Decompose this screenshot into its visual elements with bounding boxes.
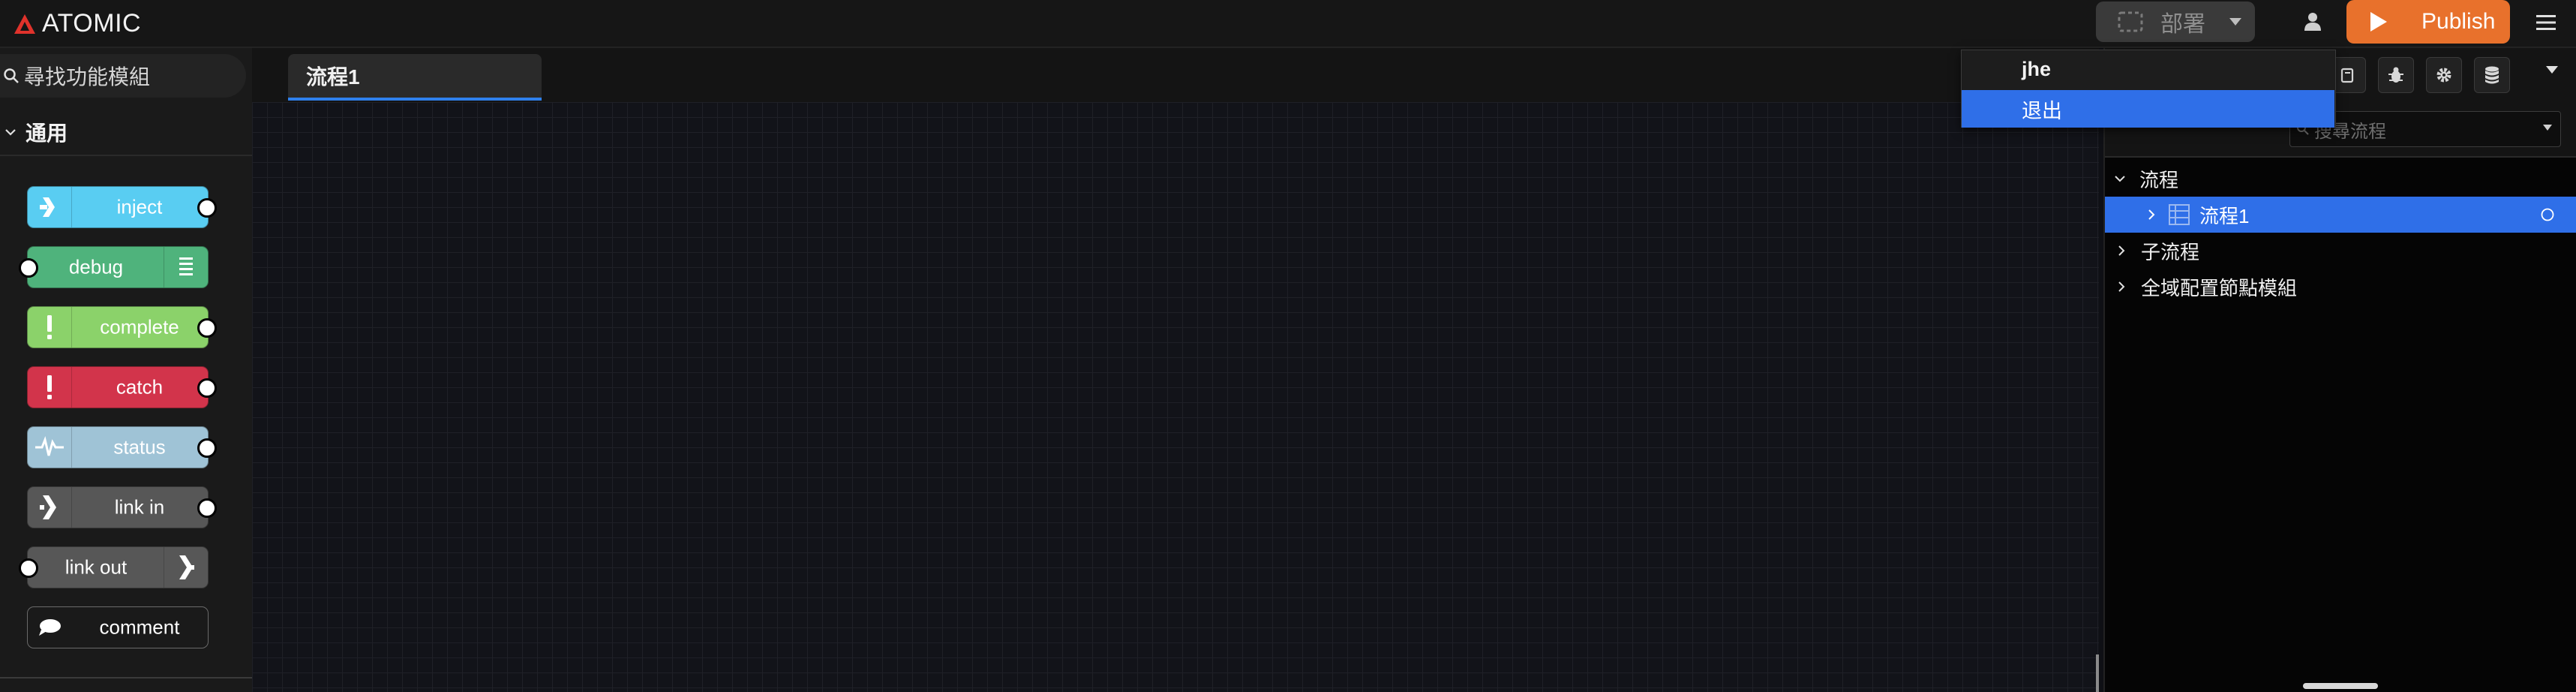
palette-node-link-out[interactable]: link out: [19, 546, 209, 588]
tab-flow-1[interactable]: 流程1: [288, 54, 542, 101]
node-label: debug: [68, 255, 124, 278]
user-account-button[interactable]: [2297, 6, 2328, 38]
node-label: link out: [65, 555, 128, 579]
link-arrow-icon: [164, 547, 208, 588]
debug-list-icon: [164, 247, 208, 287]
gear-icon: [2436, 68, 2451, 83]
node-label: complete: [100, 315, 179, 338]
debug-tab-button[interactable]: [2378, 57, 2414, 93]
chevron-right-icon: [2148, 209, 2155, 220]
deploy-icon: [2118, 11, 2143, 32]
app-brand-name: ATOMIC: [42, 9, 142, 38]
speech-bubble-icon: [28, 607, 71, 648]
chevron-down-icon: [2115, 176, 2125, 182]
settings-tab-button[interactable]: [2426, 57, 2462, 93]
exclamation-icon: [28, 307, 72, 348]
inject-arrow-icon: [28, 187, 72, 227]
node-label: status: [113, 435, 166, 459]
palette-node-status[interactable]: status: [27, 426, 217, 468]
context-data-tab-button[interactable]: [2474, 57, 2510, 93]
palette-search-placeholder: 尋找功能模組: [24, 65, 151, 89]
chevron-right-icon: [2118, 281, 2125, 292]
user-icon: [2304, 13, 2321, 31]
right-sidebar: 搜尋流程 流程 流程1 子流程 全域配置節點模組: [2103, 48, 2576, 692]
status-circle-icon[interactable]: [2540, 207, 2555, 222]
node-label: link in: [114, 495, 165, 519]
palette-search-input[interactable]: 尋找功能模組: [0, 54, 246, 98]
tree-item-flows[interactable]: 流程: [2105, 161, 2576, 197]
menu-username: jhe: [2022, 58, 2052, 80]
node-label: catch: [116, 375, 164, 399]
output-port: [197, 318, 217, 338]
search-icon: [4, 68, 19, 83]
palette-category-common[interactable]: 通用: [0, 110, 252, 156]
palette-node-debug[interactable]: debug: [19, 246, 209, 288]
tree-item-global-config[interactable]: 全域配置節點模組: [2105, 269, 2576, 305]
pulse-icon: [28, 427, 72, 468]
hamburger-menu-icon: [2536, 15, 2556, 30]
tree-item-label: 子流程: [2141, 240, 2200, 263]
output-port: [197, 378, 217, 398]
deploy-label: 部署: [2160, 12, 2205, 37]
logout-menu-item[interactable]: 退出: [1962, 90, 2334, 128]
output-port: [197, 198, 217, 218]
workspace-scrollbar[interactable]: [2096, 654, 2099, 692]
user-dropdown-menu: jhe 退出: [1961, 50, 2336, 128]
triangle-logo-icon: [14, 14, 35, 34]
workspace-tab-bar: 流程1: [252, 48, 2099, 102]
tab-label: 流程1: [306, 65, 360, 89]
palette-category-label: 通用: [26, 122, 68, 145]
tree-item-flow-1[interactable]: 流程1: [2105, 197, 2576, 233]
tree-item-subflows[interactable]: 子流程: [2105, 233, 2576, 269]
flow-sheet-icon: [2169, 204, 2190, 225]
node-label: comment: [99, 615, 180, 639]
book-icon: [2340, 68, 2354, 83]
deploy-button[interactable]: 部署: [2096, 2, 2255, 42]
app-logo: ATOMIC: [14, 9, 141, 38]
sidebar-resize-handle[interactable]: [2303, 683, 2378, 689]
tree-item-label: 流程: [2139, 168, 2179, 191]
palette-node-complete[interactable]: complete: [27, 306, 217, 348]
logout-label: 退出: [2022, 99, 2062, 122]
palette-node-comment[interactable]: comment: [27, 606, 209, 648]
tree-item-label: 全域配置節點模組: [2141, 276, 2298, 299]
header-bar: ATOMIC 部署 Publish: [0, 0, 2576, 48]
palette-node-catch[interactable]: catch: [27, 366, 217, 408]
palette-divider: [0, 677, 252, 678]
output-port: [197, 498, 217, 518]
exclamation-icon: [28, 367, 72, 408]
chevron-down-icon: [5, 129, 16, 136]
flow-canvas[interactable]: [252, 102, 2099, 692]
node-label: inject: [116, 195, 163, 218]
link-arrow-icon: [28, 487, 72, 528]
play-icon: [2370, 12, 2387, 32]
chevron-down-icon[interactable]: [2228, 17, 2243, 27]
palette-node-inject[interactable]: inject: [27, 186, 217, 228]
chevron-down-icon[interactable]: [2544, 65, 2559, 75]
output-port: [197, 438, 217, 458]
main-menu-button[interactable]: [2529, 6, 2562, 39]
bug-icon: [2388, 67, 2403, 83]
chevron-down-icon[interactable]: [2542, 124, 2553, 131]
chevron-right-icon: [2118, 245, 2125, 256]
publish-label: Publish: [2421, 9, 2496, 34]
palette-node-link-in[interactable]: link in: [27, 486, 217, 528]
publish-button[interactable]: Publish: [2346, 0, 2510, 44]
node-palette: 尋找功能模組 通用 inject debug complete catch st…: [0, 48, 254, 692]
tree-item-label: 流程1: [2199, 204, 2250, 227]
database-icon: [2485, 66, 2499, 84]
